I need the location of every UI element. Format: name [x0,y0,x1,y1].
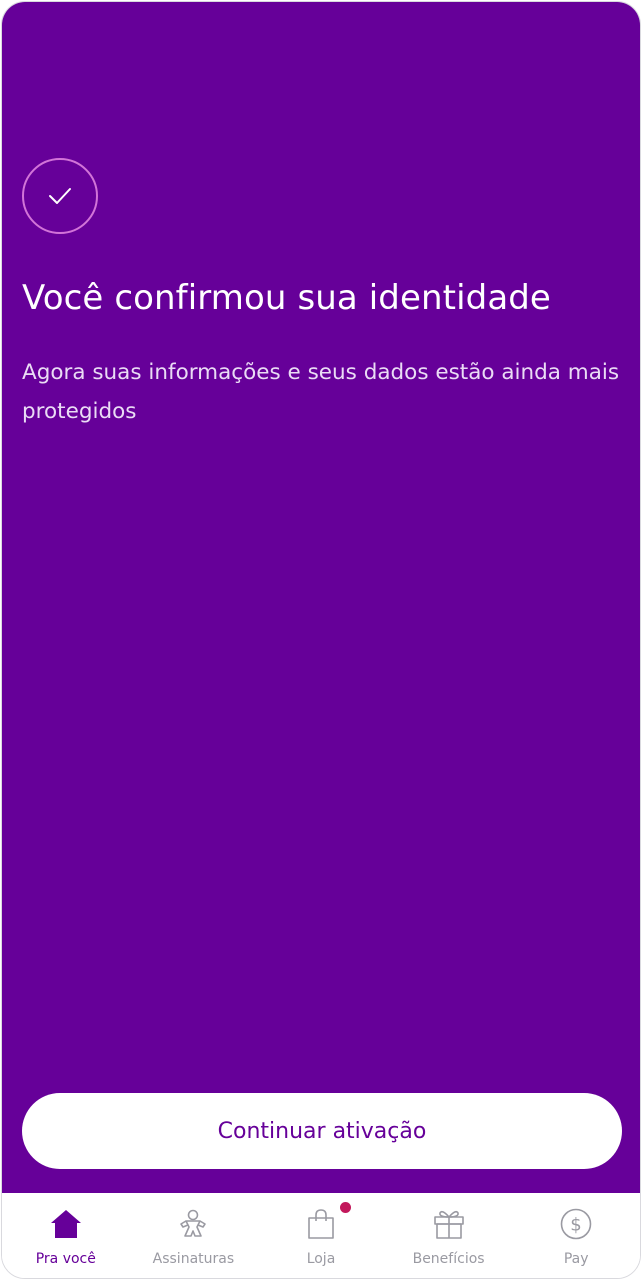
page-title: Você confirmou sua identidade [22,278,551,318]
success-check-icon [22,158,98,234]
tab-label: Benefícios [412,1251,485,1267]
subscriptions-icon [176,1207,210,1241]
tab-loja[interactable]: Loja [257,1193,385,1278]
home-icon [49,1207,83,1241]
tab-pay[interactable]: $ Pay [512,1193,640,1278]
notification-badge [339,1202,351,1213]
dollar-circle-icon: $ [559,1207,593,1241]
continue-activation-button[interactable]: Continuar ativação [22,1093,622,1169]
confirmation-screen: Você confirmou sua identidade Agora suas… [2,2,640,1193]
tab-label: Pay [563,1251,589,1267]
tab-label: Loja [306,1251,336,1267]
shopping-bag-icon [304,1202,351,1241]
tab-pra-voce[interactable]: Pra você [2,1193,130,1278]
phone-screen: Você confirmou sua identidade Agora suas… [1,1,641,1279]
tab-label: Assinaturas [152,1251,235,1267]
bottom-tab-bar: Pra você Assinaturas Loja Benefícios $ P… [2,1193,640,1278]
tab-assinaturas[interactable]: Assinaturas [130,1193,258,1278]
gift-icon [432,1207,466,1241]
tab-label: Pra você [35,1251,96,1267]
page-subtitle: Agora suas informações e seus dados estã… [22,360,620,424]
tab-beneficios[interactable]: Benefícios [385,1193,513,1278]
svg-text:$: $ [570,1215,581,1236]
